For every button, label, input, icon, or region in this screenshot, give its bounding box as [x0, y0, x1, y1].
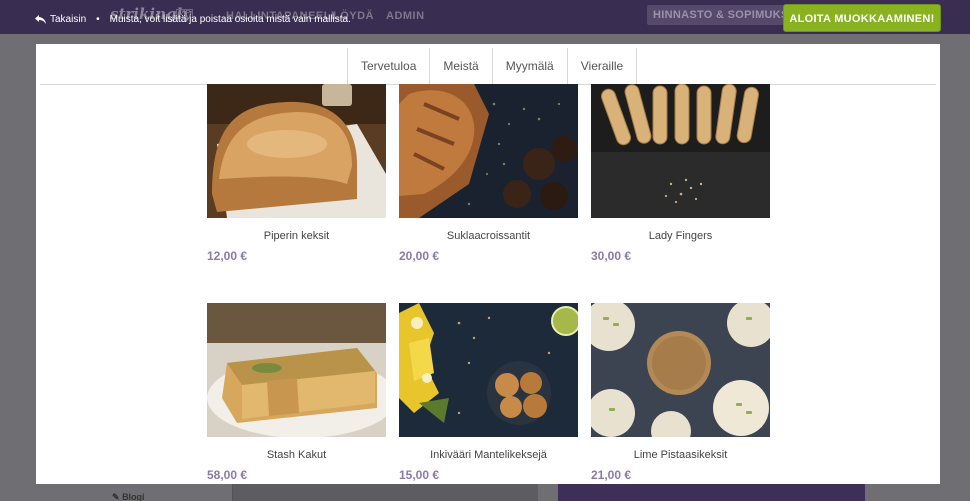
editor-purple-strip — [558, 484, 865, 501]
product-image-bread[interactable] — [207, 84, 386, 218]
product-name[interactable]: Lady Fingers — [591, 230, 770, 242]
product-name[interactable]: Stash Kakut — [207, 449, 386, 461]
product-name[interactable]: Inkivääri Mantelikeksejä — [399, 449, 578, 461]
product-price: 30,00 € — [591, 249, 632, 263]
sidebar-blog-label: Blogi — [122, 492, 145, 501]
tab-welcome[interactable]: Tervetuloa — [348, 48, 431, 84]
product-card[interactable]: Lime Pistaasikeksit 21,00 € — [591, 303, 770, 482]
product-price: 21,00 € — [591, 468, 632, 482]
pen-icon: ✎ — [112, 492, 120, 501]
product-price: 20,00 € — [399, 249, 440, 263]
site-navigation: Tervetuloa Meistä Myymälä Vieraille — [347, 48, 638, 84]
product-price: 15,00 € — [399, 468, 440, 482]
product-card[interactable]: Piperin keksit 12,00 € — [207, 84, 386, 263]
product-card[interactable]: Lady Fingers 30,00 € — [591, 84, 770, 263]
tab-store[interactable]: Myymälä — [493, 48, 568, 84]
separator-dot: • — [96, 14, 100, 25]
sidebar-blog[interactable]: ✎ Blogi — [112, 492, 145, 501]
product-card[interactable]: Stash Kakut 58,00 € — [207, 303, 386, 482]
product-image-pie[interactable] — [207, 303, 386, 437]
nav-admin[interactable]: ADMIN — [386, 10, 425, 22]
product-name[interactable]: Suklaacroissantit — [399, 230, 578, 242]
product-image-ladyfingers[interactable] — [591, 84, 770, 218]
product-price: 58,00 € — [207, 468, 248, 482]
product-image-ginger-cookies[interactable] — [399, 303, 578, 437]
product-card[interactable]: Suklaacroissantit 20,00 € — [399, 84, 578, 263]
back-arrow-icon[interactable] — [35, 15, 46, 24]
product-image-pistachio-cookies[interactable] — [591, 303, 770, 437]
template-preview-modal: Tervetuloa Meistä Myymälä Vieraille Pipe… — [36, 44, 940, 484]
notice-text: Muista, voit lisätä ja poistaa osioita m… — [109, 14, 351, 25]
product-card[interactable]: Inkivääri Mantelikeksejä 15,00 € — [399, 303, 578, 482]
back-notice: Takaisin • Muista, voit lisätä ja poista… — [35, 14, 351, 25]
tab-about[interactable]: Meistä — [430, 48, 493, 84]
top-bar: strikingly VIP HALLINTAPANEELI LÖYDÄ ADM… — [0, 0, 970, 34]
product-name[interactable]: Lime Pistaasikeksit — [591, 449, 770, 461]
editor-panel-strip — [232, 484, 538, 501]
back-link[interactable]: Takaisin — [50, 14, 86, 25]
tab-visitors[interactable]: Vieraille — [568, 48, 638, 84]
start-editing-button[interactable]: ALOITA MUOKKAAMINEN! — [783, 4, 941, 32]
product-name[interactable]: Piperin keksit — [207, 230, 386, 242]
product-price: 12,00 € — [207, 249, 248, 263]
product-image-croissant[interactable] — [399, 84, 578, 218]
